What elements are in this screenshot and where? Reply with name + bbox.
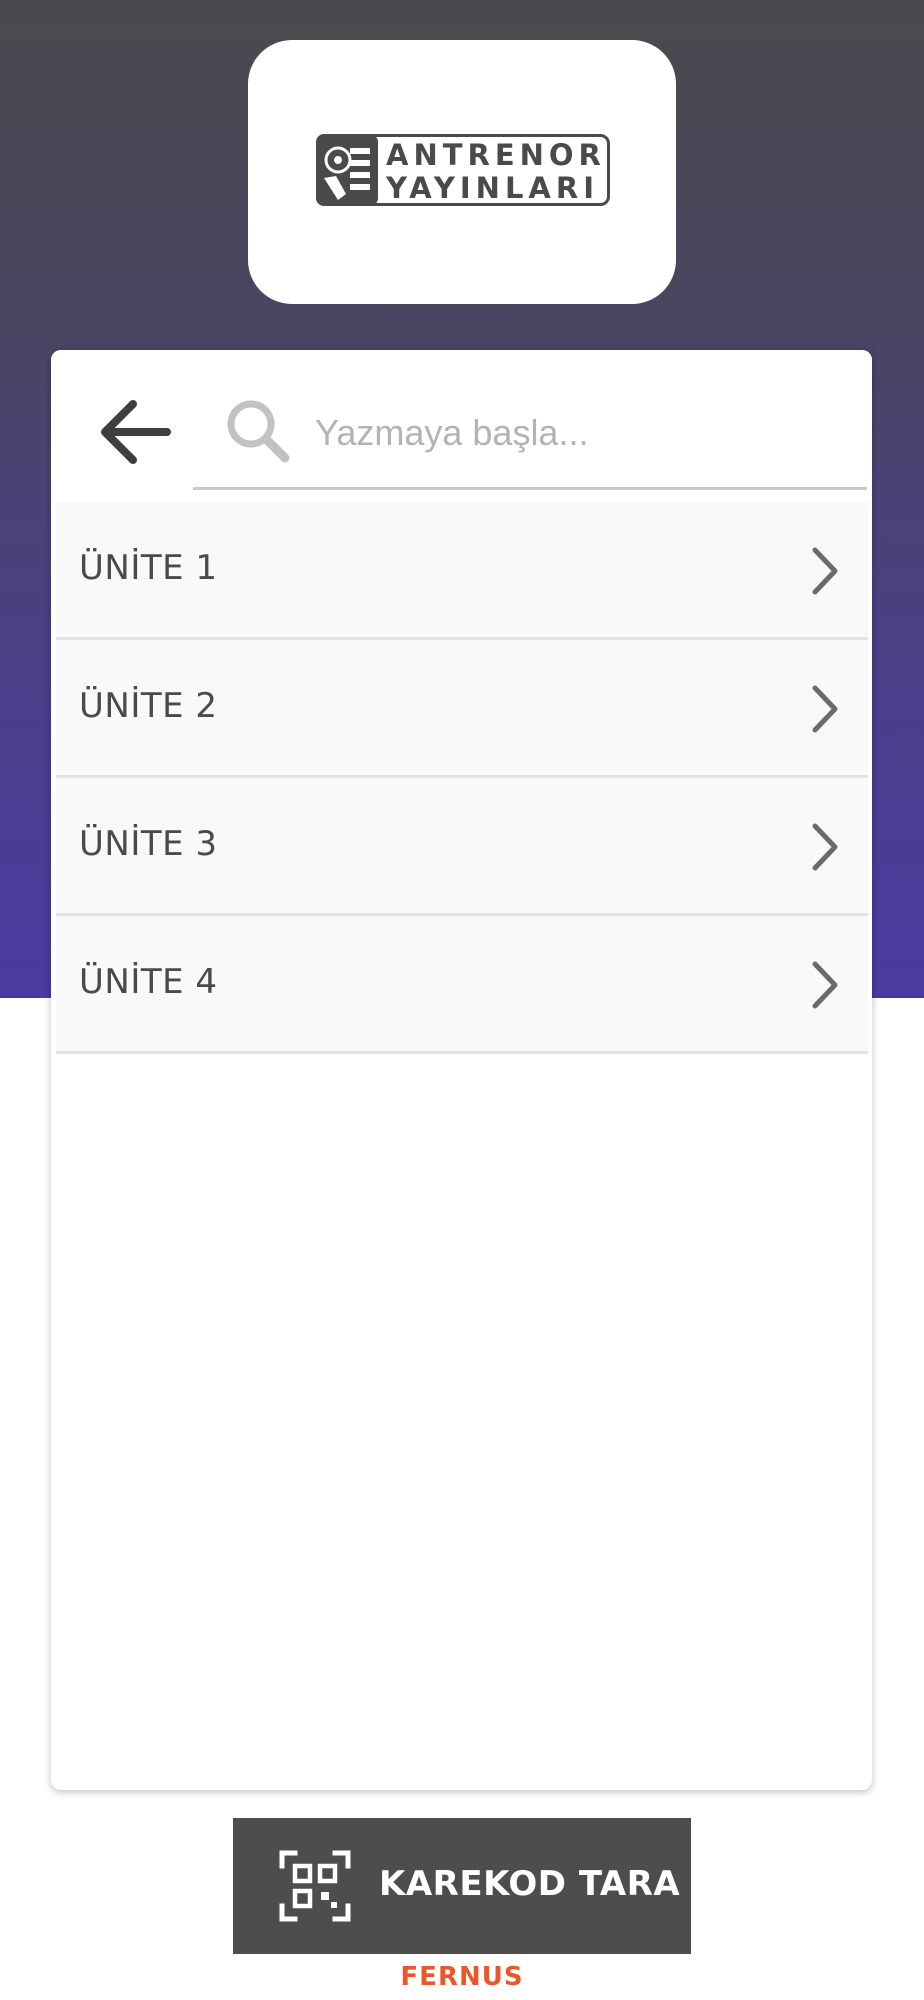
scan-button-label: KAREKOD TARA [379, 1864, 681, 1904]
back-button[interactable] [87, 380, 187, 480]
unit-list: ÜNİTE 1 ÜNİTE 2 ÜNİTE 3 ÜNİTE 4 [56, 502, 868, 1054]
logo-card: ANTRENOR YAYINLARI [248, 40, 676, 304]
antrenor-yayinlari-logo: ANTRENOR YAYINLARI [316, 134, 610, 206]
panel-header [51, 350, 872, 500]
search-field [193, 380, 867, 490]
unit-item-3[interactable]: ÜNİTE 3 [56, 778, 868, 916]
chevron-right-icon [812, 961, 838, 1009]
qr-scan-icon [279, 1850, 351, 1922]
unit-item-4[interactable]: ÜNİTE 4 [56, 916, 868, 1054]
chevron-right-icon [812, 547, 838, 595]
arrow-left-icon [101, 400, 171, 464]
unit-item-1[interactable]: ÜNİTE 1 [56, 502, 868, 640]
search-input[interactable] [313, 400, 857, 466]
unit-label: ÜNİTE 1 [79, 548, 218, 588]
unit-label: ÜNİTE 2 [79, 686, 218, 726]
fernus-brand: FERNUS [400, 1962, 524, 1992]
logo-line2: YAYINLARI [385, 171, 599, 205]
search-icon [227, 400, 290, 463]
chevron-right-icon [812, 823, 838, 871]
unit-label: ÜNİTE 3 [79, 824, 218, 864]
unit-item-2[interactable]: ÜNİTE 2 [56, 640, 868, 778]
scan-qr-button[interactable]: KAREKOD TARA [233, 1818, 691, 1954]
logo-line1: ANTRENOR [386, 138, 606, 172]
unit-label: ÜNİTE 4 [79, 962, 218, 1002]
chevron-right-icon [812, 685, 838, 733]
page: ANTRENOR YAYINLARI ÜNİTE 1 [0, 0, 924, 2000]
unit-list-panel: ÜNİTE 1 ÜNİTE 2 ÜNİTE 3 ÜNİTE 4 [51, 350, 872, 1790]
